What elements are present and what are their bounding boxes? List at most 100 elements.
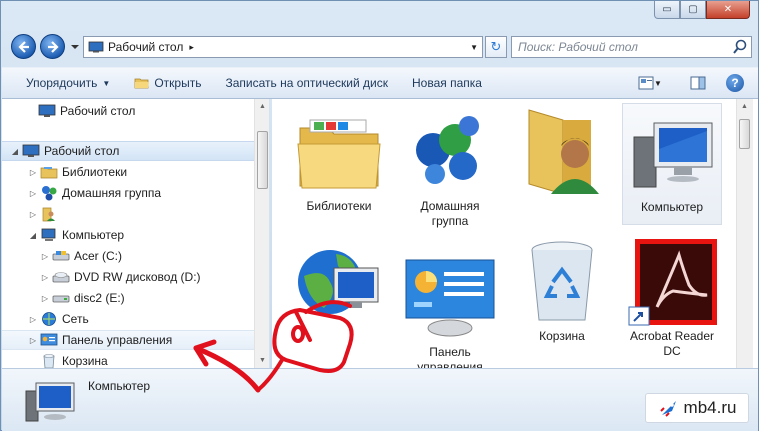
refresh-icon: ↻ [490,39,502,54]
tree-label: Рабочий стол [60,104,136,118]
search-input[interactable]: Поиск: Рабочий стол [511,36,752,58]
tree-item-homegroup[interactable]: ▷ Домашняя группа [2,183,254,203]
search-icon[interactable] [732,39,748,55]
open-button[interactable]: Открыть [122,68,213,98]
change-view-button[interactable]: ▼ [636,72,664,94]
watermark-text: mb4.ru [683,398,737,417]
recycle-bin-icon [531,241,593,321]
breadcrumb-desktop[interactable]: Рабочий стол [108,40,183,54]
tree-item-dvd-drive[interactable]: ▷ DVD RW дисковод (D:) [2,267,254,287]
navigation-pane: Рабочий стол ◢ Рабочий стол ▷ Библиотеки… [2,99,270,368]
burn-to-disc-button[interactable]: Записать на оптический диск [213,68,400,98]
expand-icon[interactable]: ▷ [40,252,50,261]
view-icon [638,76,654,90]
minimize-button[interactable]: ▭ [654,1,680,19]
address-dropdown-icon[interactable]: ▼ [470,43,478,52]
file-list: Библиотеки Домашняя группа Компьютер Пан… [272,99,758,368]
scroll-thumb[interactable] [257,131,268,189]
tree-label: Библиотеки [62,165,128,179]
expand-icon[interactable]: ▷ [40,273,50,282]
search-placeholder: Поиск: Рабочий стол [518,40,638,54]
explorer-window: ▭ ▢ ✕ Рабочий стол ▸ ▼ ↻ Поиск: Рабочий … [0,0,759,431]
expand-icon[interactable]: ▷ [28,168,38,177]
recent-pages-dropdown[interactable] [70,41,80,51]
help-button[interactable]: ? [726,74,744,92]
caption-buttons: ▭ ▢ ✕ [654,1,750,19]
item-label: Панель управления [417,345,483,368]
content-scrollbar[interactable]: ▲ [736,99,753,368]
collapse-icon[interactable]: ◢ [28,231,38,240]
navpane-scrollbar[interactable]: ▲ ▼ [254,99,269,368]
close-button[interactable]: ✕ [706,1,750,19]
item-recycle-bin[interactable]: Корзина [512,233,612,344]
acrobat-reader-icon [628,239,717,326]
item-control-panel[interactable]: Панель управления [400,249,500,368]
item-label: Acrobat Reader DC [629,329,715,358]
back-arrow-icon [17,40,29,53]
libraries-icon [40,167,58,179]
tree-item-computer[interactable]: ◢ Компьютер [2,225,254,245]
user-folder-icon [42,207,55,222]
back-button[interactable] [11,34,36,59]
favorites-desktop[interactable]: Рабочий стол [2,101,254,121]
refresh-button[interactable]: ↻ [485,36,507,58]
dvd-drive-icon [52,272,70,283]
organize-label: Упорядочить [26,76,98,90]
toolbar-right: ▼ ? [636,68,758,98]
item-label: Корзина [539,329,585,343]
scroll-thumb[interactable] [739,119,750,149]
tree-label: DVD RW дисковод (D:) [74,270,201,284]
hard-drive-icon [52,251,70,261]
chevron-down-icon: ▼ [654,78,662,88]
tree-item-network[interactable]: ▷ Сеть [2,309,254,329]
new-folder-button[interactable]: Новая папка [400,68,494,98]
chevron-down-icon: ▼ [102,78,111,88]
tree-label: Корзина [62,354,108,368]
item-computer[interactable]: Компьютер [622,103,722,225]
item-label: Библиотеки [306,199,372,213]
site-watermark: mb4.ru [645,393,749,423]
organize-button[interactable]: Упорядочить ▼ [2,68,122,98]
item-acrobat-reader[interactable]: Acrobat Reader DC [622,233,722,359]
expand-icon[interactable]: ▷ [28,315,38,324]
rocket-icon [659,401,676,417]
expand-icon[interactable]: ▷ [28,189,38,198]
tree-label: disc2 (E:) [74,291,125,305]
item-network[interactable] [289,233,389,329]
tree-item-control-panel[interactable]: ▷ Панель управления [2,330,254,350]
control-panel-icon [40,333,58,346]
computer-icon [633,122,713,188]
expand-icon[interactable]: ▷ [28,336,38,345]
tree-item-desktop[interactable]: ◢ Рабочий стол [2,141,254,161]
tree-item-recycle-bin[interactable]: Корзина [2,351,254,368]
address-bar[interactable]: Рабочий стол ▸ ▼ [83,36,483,58]
tree-item-libraries[interactable]: ▷ Библиотеки [2,162,254,182]
computer-icon [41,228,56,241]
homegroup-icon [416,116,479,184]
item-label: Компьютер [640,200,704,214]
open-label: Открыть [154,76,202,90]
open-folder-icon [134,78,150,89]
collapse-icon[interactable]: ◢ [10,147,20,156]
tree-label: Рабочий стол [44,144,120,158]
preview-pane-button[interactable] [684,72,712,94]
scroll-down-icon[interactable]: ▼ [255,353,269,368]
scroll-up-icon[interactable]: ▲ [255,99,269,114]
homegroup-icon [42,186,57,201]
breadcrumb-separator-icon[interactable]: ▸ [189,42,194,53]
tree-item-drive-e[interactable]: ▷ disc2 (E:) [2,288,254,308]
forward-button[interactable] [40,34,65,59]
preview-pane-icon [690,76,706,90]
item-homegroup[interactable]: Домашняя группа [400,103,500,229]
scroll-up-icon[interactable]: ▲ [737,99,752,114]
tree-label: Сеть [62,312,89,326]
expand-icon[interactable]: ▷ [28,210,38,219]
tree-item-drive-c[interactable]: ▷ Acer (C:) [2,246,254,266]
item-libraries[interactable]: Библиотеки [289,103,389,214]
maximize-button[interactable]: ▢ [680,1,706,19]
expand-icon[interactable]: ▷ [40,294,50,303]
control-panel-icon [405,259,495,337]
tree-item-user-folder[interactable]: ▷ [2,204,254,224]
item-user-folder[interactable] [512,103,612,199]
user-folder-icon [528,109,599,194]
